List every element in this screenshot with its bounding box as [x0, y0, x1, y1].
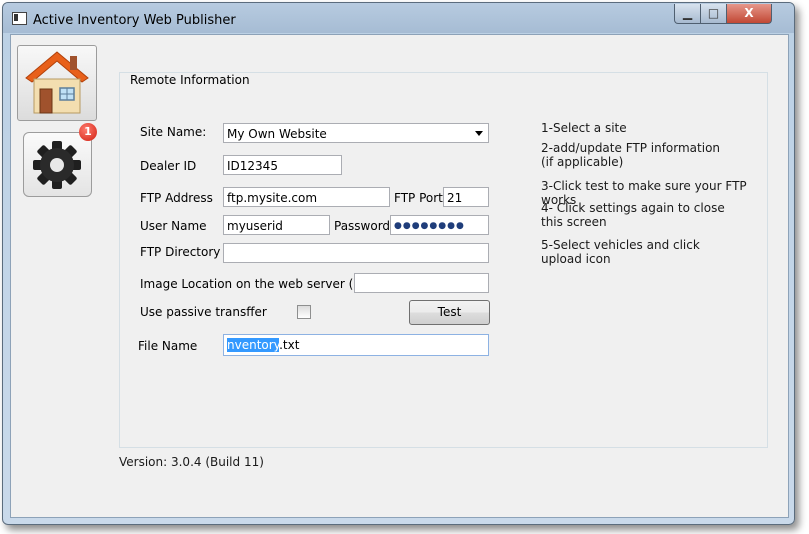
ftp-address-input[interactable]: ftp.mysite.com — [223, 187, 390, 207]
maximize-button[interactable]: □ — [700, 4, 727, 24]
password-label: Password — [334, 219, 391, 233]
instruction-5: 5-Select vehicles and click upload icon — [541, 238, 700, 266]
file-name-suffix: .txt — [279, 338, 300, 352]
gear-icon — [33, 141, 81, 189]
ftp-port-label: FTP Port — [394, 191, 443, 205]
version-label: Version: 3.0.4 (Build 11) — [119, 455, 264, 469]
chevron-down-icon[interactable] — [475, 131, 483, 136]
passive-transfer-checkbox[interactable] — [297, 305, 311, 319]
close-button[interactable]: X — [726, 4, 772, 24]
ftp-directory-label: FTP Directory — [140, 245, 221, 259]
password-input[interactable]: ●●●●●●●● — [390, 215, 489, 235]
title-bar[interactable]: Active Inventory Web Publisher ▁ □ X — [3, 3, 794, 33]
ftp-address-label: FTP Address — [140, 191, 213, 205]
instruction-1: 1-Select a site — [541, 121, 627, 135]
app-window: Active Inventory Web Publisher ▁ □ X 1 R… — [2, 2, 795, 525]
ftp-directory-input[interactable] — [223, 243, 489, 263]
file-name-input[interactable]: nventory.txt — [223, 334, 489, 356]
dealer-id-input[interactable]: ID12345 — [223, 155, 342, 175]
notification-badge: 1 — [79, 123, 97, 141]
app-icon — [12, 12, 27, 25]
test-button[interactable]: Test — [409, 300, 490, 325]
minimize-button[interactable]: ▁ — [674, 4, 701, 24]
site-name-value: My Own Website — [227, 127, 327, 141]
home-icon — [25, 51, 89, 114]
site-name-select[interactable]: My Own Website — [223, 123, 489, 143]
client-area: 1 Remote Information Site Name: My Own W… — [10, 34, 789, 518]
site-name-label: Site Name: — [140, 125, 207, 139]
home-button[interactable] — [17, 45, 97, 121]
dealer-id-label: Dealer ID — [140, 159, 197, 173]
group-title: Remote Information — [128, 73, 252, 87]
user-name-label: User Name — [140, 219, 207, 233]
file-name-label: File Name — [138, 339, 198, 353]
instruction-2: 2-add/update FTP information (if applica… — [541, 141, 721, 169]
user-name-input[interactable]: myuserid — [223, 215, 330, 235]
window-title: Active Inventory Web Publisher — [33, 13, 236, 28]
settings-button[interactable] — [23, 132, 92, 197]
file-name-selection: nventory — [227, 338, 280, 352]
image-location-label: Image Location on the web server (dir) — [140, 277, 374, 291]
instruction-4: 4- Click settings again to close this sc… — [541, 201, 725, 229]
passive-transfer-label: Use passive transffer — [140, 305, 267, 319]
image-location-input[interactable] — [354, 273, 489, 293]
ftp-port-input[interactable]: 21 — [443, 187, 489, 207]
